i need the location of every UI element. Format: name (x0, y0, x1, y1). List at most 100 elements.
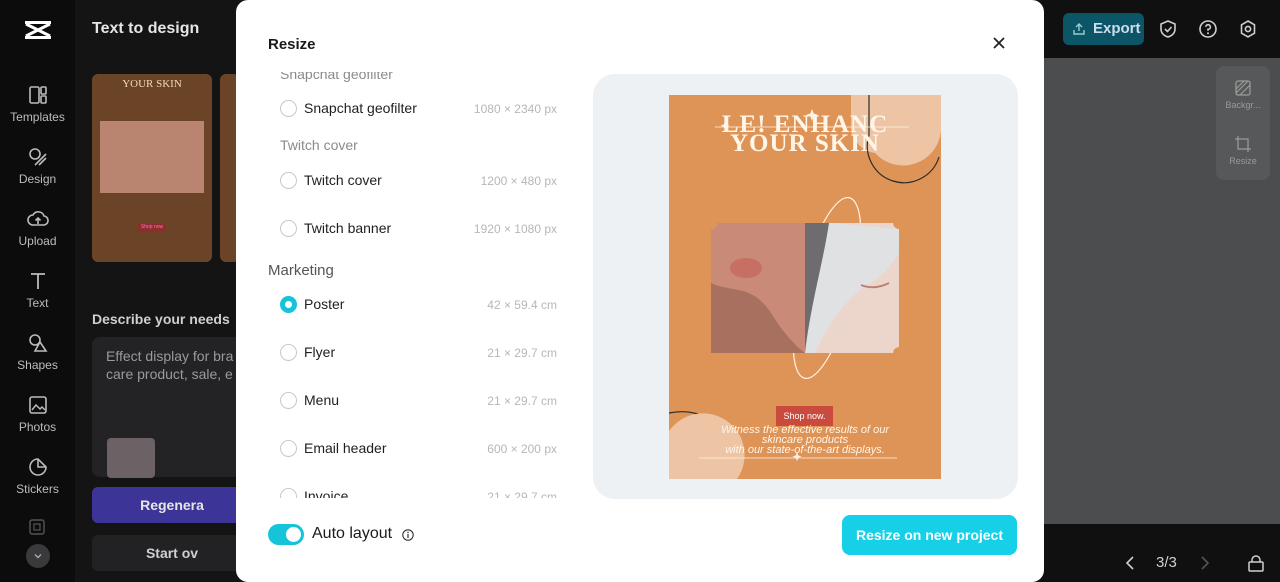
rail-item-text[interactable]: Text (0, 270, 75, 320)
option-size-twitch-cover: 1200 × 480 px (480, 174, 557, 188)
previous-page-icon[interactable] (1124, 555, 1136, 571)
rail-label-templates: Templates (10, 110, 65, 124)
export-icon (1073, 23, 1085, 35)
option-size-snapchat-geofilter: 1080 × 2340 px (473, 102, 557, 116)
group-heading-snapchat: Snapchat geofilter (280, 66, 393, 82)
rail-item-photos[interactable]: Photos (0, 394, 75, 444)
auto-layout-toggle[interactable] (268, 524, 304, 545)
rail-scroll-down-button[interactable] (26, 544, 50, 568)
radio-flyer[interactable] (280, 344, 297, 361)
background-tool-label: Backgr... (1225, 100, 1261, 110)
export-label: Export (1093, 20, 1141, 37)
poster-preview: LE! ENHANC YOUR SKIN Shop now. Witness t… (669, 95, 941, 479)
regenerate-button[interactable]: Regenera (92, 487, 252, 523)
bottom-bar-right (1040, 524, 1280, 582)
background-icon (1235, 80, 1251, 96)
rail-label-stickers: Stickers (16, 482, 59, 496)
resize-modal: Resize Snapchat geofilter Snapchat geofi… (236, 0, 1044, 582)
group-heading-marketing: Marketing (268, 262, 334, 279)
radio-twitch-banner[interactable] (280, 220, 297, 237)
poster-shop-button: Shop now. (776, 406, 833, 426)
rail-label-shapes: Shapes (17, 358, 58, 372)
option-label-twitch-banner: Twitch banner (304, 220, 392, 236)
thumbnail-photo (100, 121, 204, 193)
resize-on-new-project-button[interactable]: Resize on new project (842, 515, 1017, 555)
rail-item-stickers[interactable]: Stickers (0, 456, 75, 506)
option-invoice[interactable]: Invoice 21 × 29.7 cm (280, 485, 557, 498)
thumbnail-shop-button: Shop now (138, 223, 166, 232)
group-heading-twitch: Twitch cover (280, 137, 358, 153)
thumbnail-headline: YOUR SKIN (122, 78, 182, 90)
panel-title: Text to design (92, 20, 200, 37)
radio-email-header[interactable] (280, 440, 297, 457)
rail-item-shapes[interactable]: Shapes (0, 332, 75, 382)
rail-item-upload[interactable]: Upload (0, 208, 75, 258)
text-icon (30, 273, 45, 289)
radio-twitch-cover[interactable] (280, 172, 297, 189)
option-label-twitch-cover: Twitch cover (304, 172, 382, 188)
option-poster[interactable]: Poster 42 × 59.4 cm (280, 293, 557, 317)
close-icon[interactable] (990, 34, 1008, 52)
more-icon[interactable] (29, 519, 45, 535)
option-flyer[interactable]: Flyer 21 × 29.7 cm (280, 341, 557, 365)
option-email-header[interactable]: Email header 600 × 200 px (280, 437, 557, 461)
option-label-flyer: Flyer (304, 344, 336, 360)
shield-icon[interactable] (1158, 19, 1178, 39)
option-snapchat-geofilter[interactable]: Snapchat geofilter 1080 × 2340 px (280, 97, 557, 121)
rail-label-photos: Photos (18, 420, 57, 434)
poster-headline: LE! ENHANC YOUR SKIN (721, 111, 889, 157)
poster-photo (711, 223, 899, 353)
info-icon[interactable] (402, 529, 414, 541)
option-size-menu: 21 × 29.7 cm (487, 394, 557, 408)
settings-gear-icon[interactable] (1238, 19, 1258, 39)
background-tool[interactable]: Backgr... (1216, 80, 1270, 110)
auto-layout-label: Auto layout (312, 525, 393, 542)
start-over-button[interactable]: Start ov (92, 535, 252, 571)
rail-item-templates[interactable]: Templates (0, 84, 75, 134)
rail-item-design[interactable]: Design (0, 146, 75, 196)
export-button[interactable]: Export (1063, 13, 1144, 45)
side-tools: Backgr... Resize (1216, 66, 1270, 180)
option-label-email-header: Email header (304, 440, 387, 456)
stickers-icon (28, 458, 47, 476)
attached-image-thumbnail[interactable] (107, 438, 155, 478)
option-size-invoice: 21 × 29.7 cm (487, 490, 557, 498)
left-nav-rail: Templates Design Upload Text Shapes Phot… (0, 0, 75, 582)
templates-icon (28, 86, 47, 104)
next-page-icon[interactable] (1199, 555, 1211, 571)
help-icon[interactable] (1198, 19, 1218, 39)
option-size-flyer: 21 × 29.7 cm (487, 346, 557, 360)
capcut-logo (25, 21, 51, 39)
resize-tool[interactable]: Resize (1216, 136, 1270, 166)
size-options-list[interactable]: Snapchat geofilter Snapchat geofilter 10… (268, 62, 568, 498)
radio-menu[interactable] (280, 392, 297, 409)
modal-title: Resize (268, 36, 316, 53)
upload-icon (26, 211, 49, 226)
chevron-down-icon (34, 554, 42, 559)
describe-needs-text: Effect display for bra care product, sal… (106, 348, 234, 382)
rail-label-design: Design (18, 172, 57, 186)
design-thumbnail-1[interactable]: YOUR SKIN Shop now (92, 74, 212, 262)
rail-label-upload: Upload (18, 234, 57, 248)
layers-icon[interactable] (1247, 555, 1265, 573)
resize-tool-label: Resize (1229, 156, 1257, 166)
radio-snapchat-geofilter[interactable] (280, 100, 297, 117)
radio-invoice[interactable] (280, 488, 297, 498)
resize-icon (1235, 136, 1251, 152)
option-twitch-cover[interactable]: Twitch cover 1200 × 480 px (280, 169, 557, 193)
option-size-poster: 42 × 59.4 cm (487, 298, 557, 312)
option-menu[interactable]: Menu 21 × 29.7 cm (280, 389, 557, 413)
radio-poster-selected[interactable] (280, 296, 297, 313)
option-label-poster: Poster (304, 296, 345, 312)
page-indicator: 3/3 (1156, 554, 1177, 571)
describe-needs-label: Describe your needs (92, 311, 230, 327)
rail-label-text: Text (26, 296, 49, 310)
design-icon (28, 148, 47, 166)
poster-caption: Witness the effective results of our ski… (720, 424, 890, 456)
option-size-twitch-banner: 1920 × 1080 px (473, 222, 557, 236)
option-twitch-banner[interactable]: Twitch banner 1920 × 1080 px (280, 217, 557, 241)
photos-icon (28, 396, 47, 414)
option-label-menu: Menu (304, 392, 340, 408)
option-label-invoice: Invoice (304, 488, 349, 498)
option-label-snapchat-geofilter: Snapchat geofilter (304, 100, 417, 116)
